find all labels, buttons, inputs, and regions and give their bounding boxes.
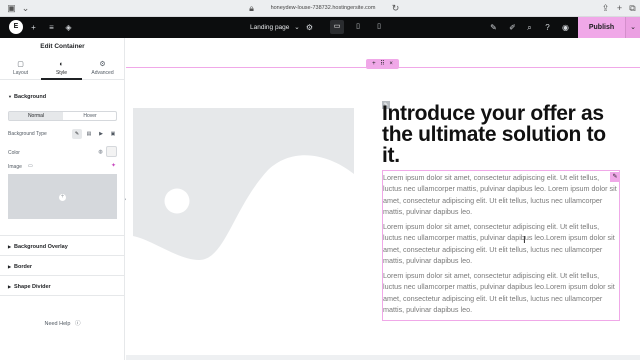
chevron-down-icon[interactable]: ⌄ [20, 3, 31, 14]
mobile-view-icon[interactable]: ▯ [372, 20, 386, 34]
close-icon[interactable]: × [389, 61, 393, 67]
editor-canvas: + ⠿ × ✎ Introduce your offer as the ulti… [126, 38, 640, 360]
state-hover-button[interactable]: Hover [63, 112, 117, 120]
placeholder-illustration [133, 108, 354, 316]
monitor-icon[interactable]: ▭ [28, 163, 33, 169]
slideshow-icon[interactable]: ▣ [108, 129, 118, 139]
search-icon[interactable]: ⌕ [524, 22, 535, 33]
container-handle[interactable]: + ⠿ × [366, 59, 399, 69]
divider [0, 295, 125, 296]
reload-icon[interactable]: ↻ [390, 3, 401, 14]
layout-icon: ▢ [17, 61, 24, 68]
panel-title: Edit Container [40, 43, 85, 50]
structure-icon[interactable]: ≡ [46, 22, 57, 33]
section-border[interactable]: ▶ Border [8, 264, 32, 270]
section-background[interactable]: ▼ Background [8, 94, 46, 100]
notes-icon[interactable]: ✐ [507, 22, 518, 33]
tab-label: Style [55, 70, 68, 76]
help-icon[interactable]: ? [542, 22, 553, 33]
publish-button[interactable]: Publish [578, 17, 625, 38]
chevron-down-icon: ⌄ [294, 24, 300, 31]
global-colors-icon[interactable]: ◍ [96, 148, 105, 157]
tablet-view-icon[interactable]: ▯ [351, 20, 365, 34]
tabs-overview-icon[interactable]: ⧉ [627, 3, 638, 14]
page-selector[interactable]: Landing page ⌄ [250, 21, 300, 34]
add-image-plus-icon[interactable]: + [59, 194, 66, 201]
background-type-selector: ✎ ▤ ▶ ▣ [72, 129, 117, 139]
lock-icon: 🔒︎ [249, 3, 254, 13]
section-background-overlay[interactable]: ▶ Background Overlay [8, 244, 68, 250]
site-settings-icon[interactable]: ◈ [63, 22, 74, 33]
new-tab-icon[interactable]: + [614, 3, 625, 14]
color-label: Color [8, 150, 20, 156]
magic-wand-icon[interactable]: ✎ [488, 22, 499, 33]
help-label: Need Help [44, 321, 71, 327]
drag-handle-icon[interactable]: ⠿ [380, 61, 384, 67]
page-settings-icon[interactable]: ⚙ [304, 22, 315, 33]
state-normal-button[interactable]: Normal [9, 112, 63, 120]
state-switcher: Normal Hover [8, 111, 117, 121]
paragraph: Lorem ipsum dolor sit amet, consectetur … [383, 222, 615, 266]
divider [0, 255, 125, 256]
section-label: Background [14, 94, 47, 100]
add-icon[interactable]: + [372, 61, 376, 67]
elementor-logo-icon[interactable]: E [9, 20, 23, 34]
background-type-label: Background Type [8, 131, 47, 137]
settings-panel: Edit Container ▢ Layout ◐ Style ⚙ Advanc… [0, 38, 125, 360]
video-icon[interactable]: ▶ [96, 129, 106, 139]
paragraph: Lorem ipsum dolor sit amet, consectetur … [383, 173, 617, 217]
section-label: Border [14, 264, 33, 270]
advanced-icon: ⚙ [99, 61, 106, 68]
ai-sparkle-icon[interactable]: ✦ [111, 162, 116, 169]
section-label: Background Overlay [14, 244, 68, 250]
page-name: Landing page [250, 24, 290, 31]
publish-options-chevron-icon[interactable]: ⌄ [625, 17, 640, 38]
color-picker-swatch[interactable] [106, 146, 117, 157]
tab-style[interactable]: ◐ Style [41, 58, 82, 80]
style-icon: ◐ [59, 61, 64, 68]
section-label: Shape Divider [14, 284, 51, 290]
url-bar[interactable]: honeydew-louse-738732.hostingersite.com [258, 3, 388, 14]
browser-toolbar: ▣ ⌄ 🔒︎ honeydew-louse-738732.hostingersi… [0, 0, 640, 17]
hero-heading[interactable]: Introduce your offer as the ultimate sol… [382, 103, 612, 166]
text-cursor-icon: I [523, 235, 526, 246]
panel-tabs: ▢ Layout ◐ Style ⚙ Advanced [0, 58, 125, 80]
tab-advanced[interactable]: ⚙ Advanced [82, 58, 123, 80]
need-help-link[interactable]: Need Help ⓘ [0, 319, 125, 327]
divider [0, 235, 125, 236]
brush-icon[interactable]: ✎ [72, 129, 82, 139]
tab-label: Layout [12, 70, 28, 76]
gradient-icon[interactable]: ▤ [84, 129, 94, 139]
tab-layout[interactable]: ▢ Layout [0, 58, 41, 80]
divider [0, 275, 125, 276]
editor-topbar: E + ≡ ◈ Landing page ⌄ ⚙ ▭ ▯ ▯ ✎ ✐ ⌕ ? ◉ [0, 17, 640, 38]
tab-label: Advanced [91, 70, 114, 76]
share-icon[interactable]: ⇪ [600, 3, 611, 14]
desktop-view-icon[interactable]: ▭ [330, 20, 344, 34]
add-element-icon[interactable]: + [28, 22, 39, 33]
image-placeholder[interactable] [133, 108, 354, 316]
sidebar-toggle-icon[interactable]: ▣ [6, 3, 17, 14]
paragraph: Lorem ipsum dolor sit amet, consectetur … [383, 271, 615, 315]
preview-eye-icon[interactable]: ◉ [560, 22, 571, 33]
question-circle-icon: ⓘ [75, 321, 81, 327]
image-label: Image [8, 164, 22, 170]
section-shape-divider[interactable]: ▶ Shape Divider [8, 284, 51, 290]
canvas-footer [126, 355, 640, 360]
